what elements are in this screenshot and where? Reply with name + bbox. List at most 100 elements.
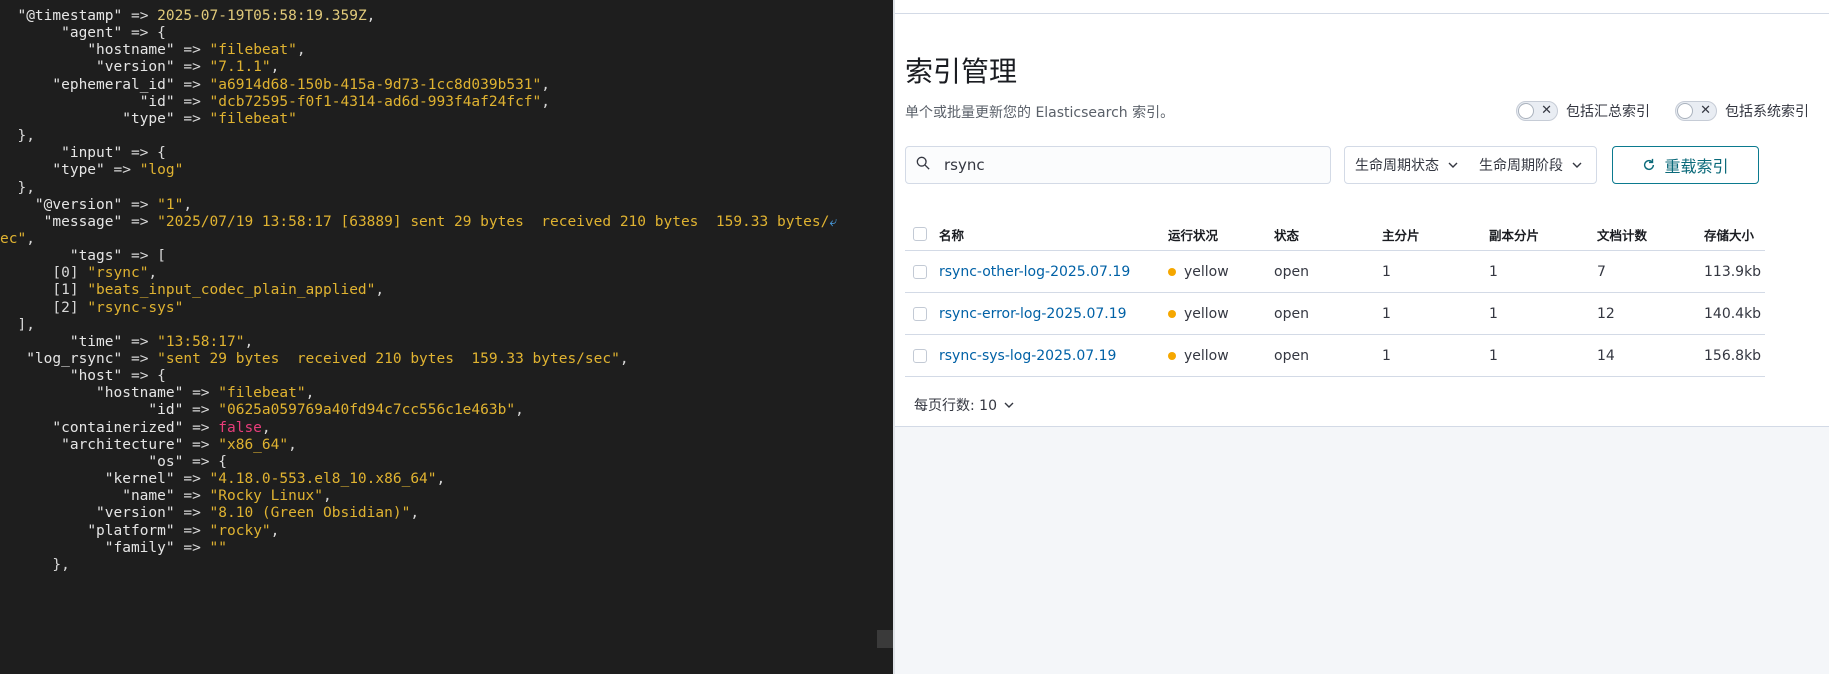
terminal-token: [0] <box>52 265 88 282</box>
table-row: rsync-sys-log-2025.07.19 yellow open 1 1… <box>905 335 1765 377</box>
rows-per-page-selector[interactable]: 每页行数: 10 <box>914 395 1015 415</box>
terminal-token: "type" <box>122 110 175 127</box>
rows-per-page-label: 每页行数: 10 <box>914 398 997 414</box>
health-cell: yellow <box>1168 335 1229 376</box>
row-select-cell <box>913 251 927 292</box>
table-row: rsync-other-log-2025.07.19 yellow open 1… <box>905 251 1765 293</box>
select-all-cell <box>913 218 927 250</box>
terminal-token: "time" <box>69 333 123 350</box>
search-input[interactable] <box>944 155 1314 175</box>
search-box[interactable] <box>905 146 1331 184</box>
terminal-token: , <box>410 505 420 522</box>
terminal-token: "architecture" <box>61 436 184 453</box>
terminal-token: , <box>270 522 280 539</box>
health-dot-icon <box>1168 351 1176 360</box>
size-cell: 156.8kb <box>1704 347 1762 364</box>
terminal-token: => { <box>122 145 166 162</box>
select-all-checkbox[interactable] <box>913 227 927 241</box>
row-select-cell <box>913 293 927 334</box>
terminal-token: "os" <box>148 453 184 470</box>
terminal-token: => <box>183 436 219 453</box>
terminal-token: => <box>174 110 210 127</box>
terminal-token: , <box>436 471 446 488</box>
replicas-cell: 1 <box>1489 347 1498 364</box>
terminal-token: => <box>174 93 210 110</box>
index-management-card: 索引管理 单个或批量更新您的 Elasticsearch 索引。 ✕ 包括汇总索… <box>895 14 1829 427</box>
col-header-docs[interactable]: 文档计数 <box>1597 218 1647 250</box>
page-description: 单个或批量更新您的 Elasticsearch 索引。 <box>905 105 1175 121</box>
primary-cell: 1 <box>1382 347 1391 364</box>
terminal-token: , <box>515 402 524 419</box>
terminal-token: => <box>122 213 158 230</box>
terminal-token: "id" <box>139 93 175 110</box>
include-rollup-toggle[interactable]: ✕ 包括汇总索引 <box>1516 101 1650 121</box>
terminal-token: "filebeat" <box>209 42 297 59</box>
terminal-token: => { <box>122 368 166 385</box>
status-cell: open <box>1274 347 1309 364</box>
terminal-token: "dcb72595-f0f1-4314-ad6d-993f4af24fcf" <box>209 93 542 110</box>
page-title: 索引管理 <box>905 55 1018 88</box>
reload-indices-button[interactable]: 重载索引 <box>1612 146 1759 184</box>
terminal-token: }, <box>52 556 70 573</box>
terminal-token: , <box>148 265 158 282</box>
terminal-token: [1] <box>52 282 88 299</box>
terminal-token: => { <box>122 25 166 42</box>
system-toggle-label: 包括系统索引 <box>1725 104 1809 120</box>
terminal-token: "hostname" <box>87 42 175 59</box>
terminal-scrollbar-thumb[interactable] <box>877 630 893 648</box>
col-header-primary[interactable]: 主分片 <box>1382 218 1420 250</box>
terminal-token: }, <box>17 128 35 145</box>
rollup-switch[interactable]: ✕ <box>1516 101 1558 121</box>
terminal-token: => { <box>183 453 227 470</box>
terminal-token: , <box>270 59 280 76</box>
terminal-token: "log" <box>139 162 184 179</box>
col-header-status[interactable]: 状态 <box>1274 218 1299 250</box>
terminal-token: "sent 29 bytes received 210 bytes 159.33… <box>157 351 620 367</box>
col-header-size[interactable]: 存储大小 <box>1704 218 1754 250</box>
terminal-token: "1" <box>157 196 184 213</box>
index-name-link[interactable]: rsync-sys-log-2025.07.19 <box>939 335 1116 376</box>
col-header-health[interactable]: 运行状况 <box>1168 218 1218 250</box>
terminal-token: , <box>288 436 297 453</box>
index-name-link[interactable]: rsync-error-log-2025.07.19 <box>939 293 1127 334</box>
terminal-token: ec" <box>0 230 27 247</box>
size-cell: 113.9kb <box>1704 263 1762 280</box>
col-header-replicas[interactable]: 副本分片 <box>1489 218 1539 250</box>
terminal-token: , <box>305 385 315 402</box>
col-header-name[interactable]: 名称 <box>939 218 964 250</box>
terminal-token: "host" <box>69 368 123 385</box>
row-checkbox[interactable] <box>913 348 927 363</box>
health-text: yellow <box>1184 263 1229 280</box>
terminal-token: , <box>296 42 306 59</box>
terminal-token: 2025-07-19T05:58:19.359Z <box>157 8 367 24</box>
terminal-token: "input" <box>61 145 123 162</box>
row-checkbox[interactable] <box>913 264 927 279</box>
system-switch[interactable]: ✕ <box>1675 101 1717 121</box>
include-system-toggle[interactable]: ✕ 包括系统索引 <box>1675 101 1809 121</box>
terminal-token: false <box>218 419 262 436</box>
terminal-token: => <box>174 505 210 522</box>
index-name-link[interactable]: rsync-other-log-2025.07.19 <box>939 251 1130 292</box>
terminal-token: "platform" <box>87 522 175 539</box>
table-header-row: 名称 运行状况 状态 主分片 副本分片 文档计数 存储大小 <box>905 218 1765 251</box>
terminal-token: "version" <box>96 59 175 76</box>
primary-cell: 1 <box>1382 305 1391 322</box>
docs-cell: 7 <box>1597 263 1606 280</box>
terminal-token: "tags" <box>69 248 123 265</box>
terminal-token: , <box>366 8 376 24</box>
terminal-token: => <box>174 539 210 556</box>
lifecycle-status-filter[interactable]: 生命周期状态 <box>1345 147 1469 183</box>
terminal-token: "rsync-sys" <box>87 299 184 316</box>
terminal-token: "id" <box>148 402 184 419</box>
reload-indices-label: 重载索引 <box>1664 157 1729 176</box>
rollup-toggle-label: 包括汇总索引 <box>1566 104 1650 120</box>
row-checkbox[interactable] <box>913 306 927 321</box>
terminal-window[interactable]: "@timestamp" => 2025-07-19T05:58:19.359Z… <box>0 0 893 674</box>
indices-table: 名称 运行状况 状态 主分片 副本分片 文档计数 存储大小 rsync-othe… <box>905 218 1765 377</box>
replicas-cell: 1 <box>1489 263 1498 280</box>
terminal-token: "Rocky Linux" <box>209 488 324 505</box>
docs-cell: 14 <box>1597 347 1615 364</box>
terminal-token: => <box>183 402 219 419</box>
terminal-token: "13:58:17" <box>157 333 245 350</box>
lifecycle-phase-filter[interactable]: 生命周期阶段 <box>1469 147 1593 183</box>
